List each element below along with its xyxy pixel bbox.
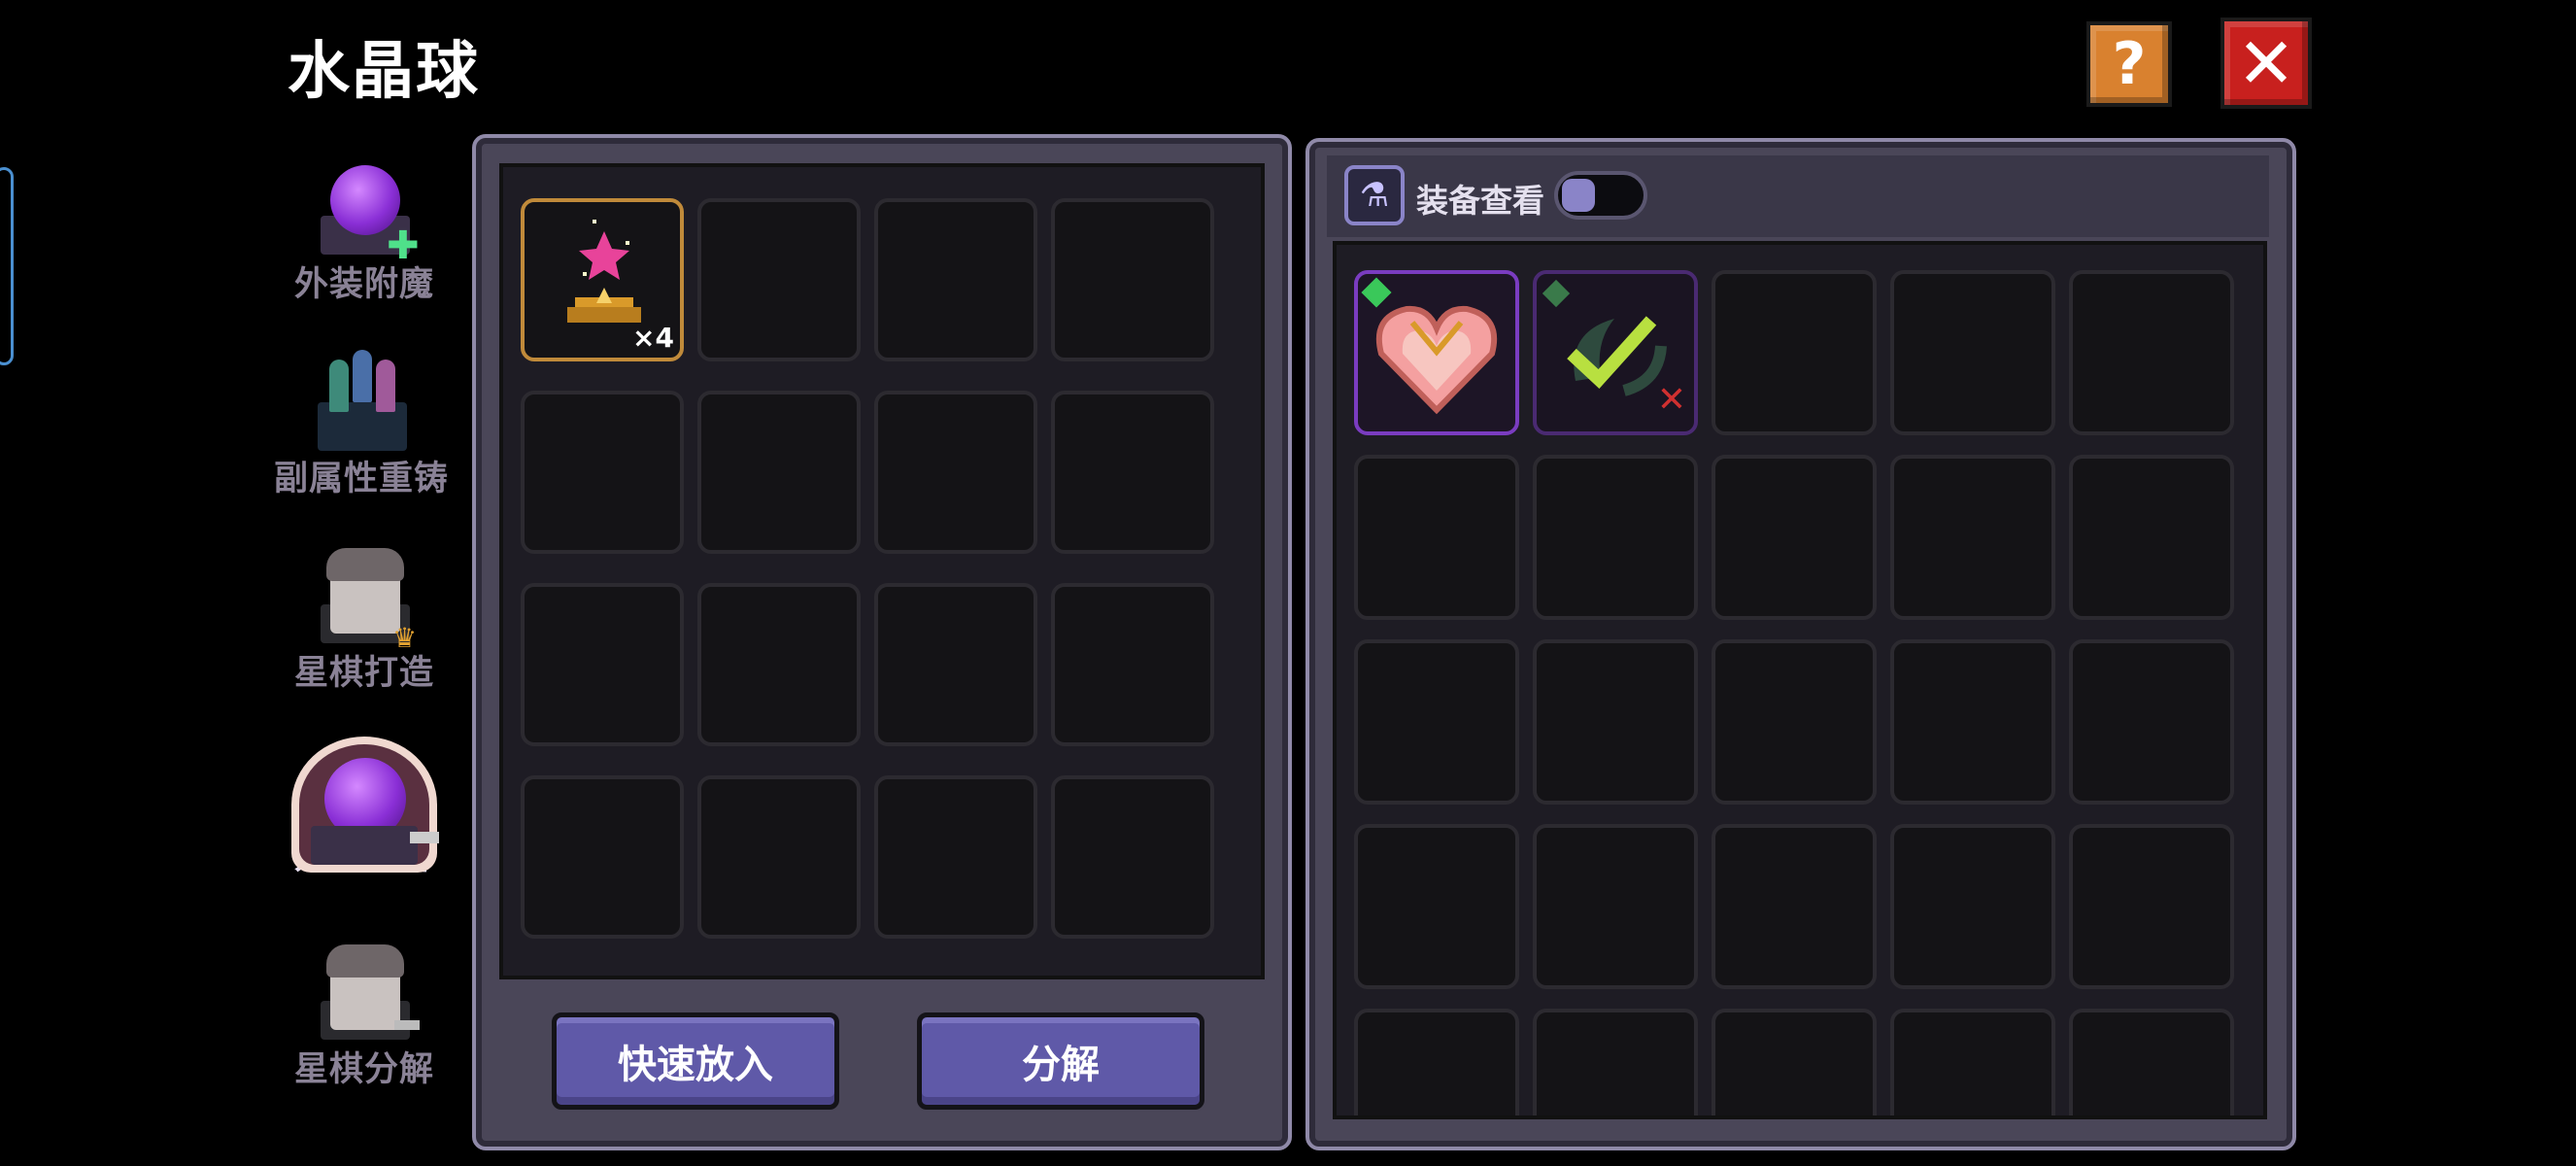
- equipment-slot[interactable]: [2069, 270, 2234, 435]
- equipment-slot[interactable]: [2069, 639, 2234, 805]
- sidebar-item-label: 外装附魔: [293, 265, 434, 304]
- sidebar-item-label: 星棋打造: [293, 654, 434, 693]
- equipment-slot[interactable]: [1354, 824, 1519, 989]
- sidebar-item-label: 星棋分解: [293, 1050, 434, 1089]
- item-quantity: ×4: [632, 322, 674, 354]
- inventory-slot[interactable]: [1051, 198, 1214, 361]
- page-title: 水晶球: [288, 36, 480, 108]
- help-button[interactable]: ?: [2086, 21, 2172, 107]
- close-icon: ✕: [2236, 22, 2296, 104]
- equipment-slot[interactable]: [1354, 1009, 1519, 1115]
- inventory-slot[interactable]: [697, 775, 861, 939]
- equipment-slot[interactable]: [1890, 455, 2055, 620]
- toggle-knob: [1562, 179, 1595, 212]
- equipment-slot[interactable]: [1533, 639, 1698, 805]
- chess-piece-forge-icon: ♛: [311, 544, 418, 654]
- equipment-view-label: 装备查看: [1416, 182, 1544, 220]
- quick-add-button[interactable]: 快速放入: [552, 1012, 839, 1110]
- sidebar-item-label: 副属性重铸: [273, 460, 449, 498]
- unavailable-mark-icon: ✕: [1656, 380, 1686, 420]
- equipment-slot[interactable]: [1712, 455, 1877, 620]
- equipment-slot[interactable]: [1354, 455, 1519, 620]
- sidebar-item-reforge[interactable]: 副属性重铸: [254, 350, 468, 500]
- equipment-slot[interactable]: [2069, 824, 2234, 989]
- equipment-slot[interactable]: [1890, 639, 2055, 805]
- equipment-slot[interactable]: [1712, 1009, 1877, 1115]
- inventory-slot[interactable]: [697, 198, 861, 361]
- chess-piece-decompose-icon: [311, 941, 420, 1047]
- inventory-slot-selected[interactable]: ×4: [521, 198, 684, 361]
- inventory-slot[interactable]: [874, 391, 1037, 554]
- inventory-slot[interactable]: [874, 198, 1037, 361]
- equipment-slot[interactable]: [2069, 1009, 2234, 1115]
- inventory-slot[interactable]: [1051, 583, 1214, 746]
- inventory-slot[interactable]: [521, 391, 684, 554]
- inventory-slot[interactable]: [521, 775, 684, 939]
- inventory-slot[interactable]: [874, 583, 1037, 746]
- inventory-slot[interactable]: [1051, 391, 1214, 554]
- equipment-slot[interactable]: [1533, 824, 1698, 989]
- inventory-slot[interactable]: [1051, 775, 1214, 939]
- decompose-panel: ×4 快速放入 分解: [472, 134, 1292, 1150]
- pink-heart-icon: [1361, 277, 1498, 415]
- equipment-slot-grid: ✕: [1333, 241, 2267, 1119]
- equipment-slot[interactable]: [1712, 270, 1877, 435]
- inventory-slot[interactable]: [874, 775, 1037, 939]
- crystal-ball-enchant-icon: ✚: [311, 155, 420, 268]
- equipment-view-toggle[interactable]: [1554, 171, 1647, 220]
- equipment-slot[interactable]: [1354, 639, 1519, 805]
- equipment-slot[interactable]: ✕: [1533, 270, 1698, 435]
- crystal-ball-decompose-icon: [282, 737, 447, 873]
- sidebar-item-chess-decompose[interactable]: 星棋分解: [257, 941, 471, 1091]
- equipment-slot[interactable]: [1890, 270, 2055, 435]
- equipment-slot[interactable]: [1533, 1009, 1698, 1115]
- inventory-slot[interactable]: [697, 391, 861, 554]
- sidebar-item-enchant[interactable]: ✚ 外装附魔: [257, 155, 471, 306]
- equipment-view-icon: ⚗: [1344, 165, 1405, 225]
- equipment-slot[interactable]: [1890, 1009, 2055, 1115]
- left-edge-indicator: [0, 167, 14, 365]
- decompose-slot-grid: ×4: [499, 163, 1265, 979]
- equipment-slot[interactable]: [1712, 824, 1877, 989]
- sidebar-item-chess-forge[interactable]: ♛ 星棋打造: [257, 544, 471, 695]
- close-button[interactable]: ✕: [2220, 17, 2312, 109]
- inventory-slot[interactable]: [521, 583, 684, 746]
- decompose-button[interactable]: 分解: [917, 1012, 1204, 1110]
- sidebar-item-decompose[interactable]: 外装分解: [257, 737, 471, 879]
- equipment-slot[interactable]: [1890, 824, 2055, 989]
- reforge-crystals-icon: [308, 350, 415, 457]
- inventory-slot[interactable]: [697, 583, 861, 746]
- equipment-slot[interactable]: [1533, 455, 1698, 620]
- equipment-slot[interactable]: [1354, 270, 1519, 435]
- question-icon: ?: [2112, 30, 2147, 98]
- equipment-slot[interactable]: [1712, 639, 1877, 805]
- equipment-slot[interactable]: [2069, 455, 2234, 620]
